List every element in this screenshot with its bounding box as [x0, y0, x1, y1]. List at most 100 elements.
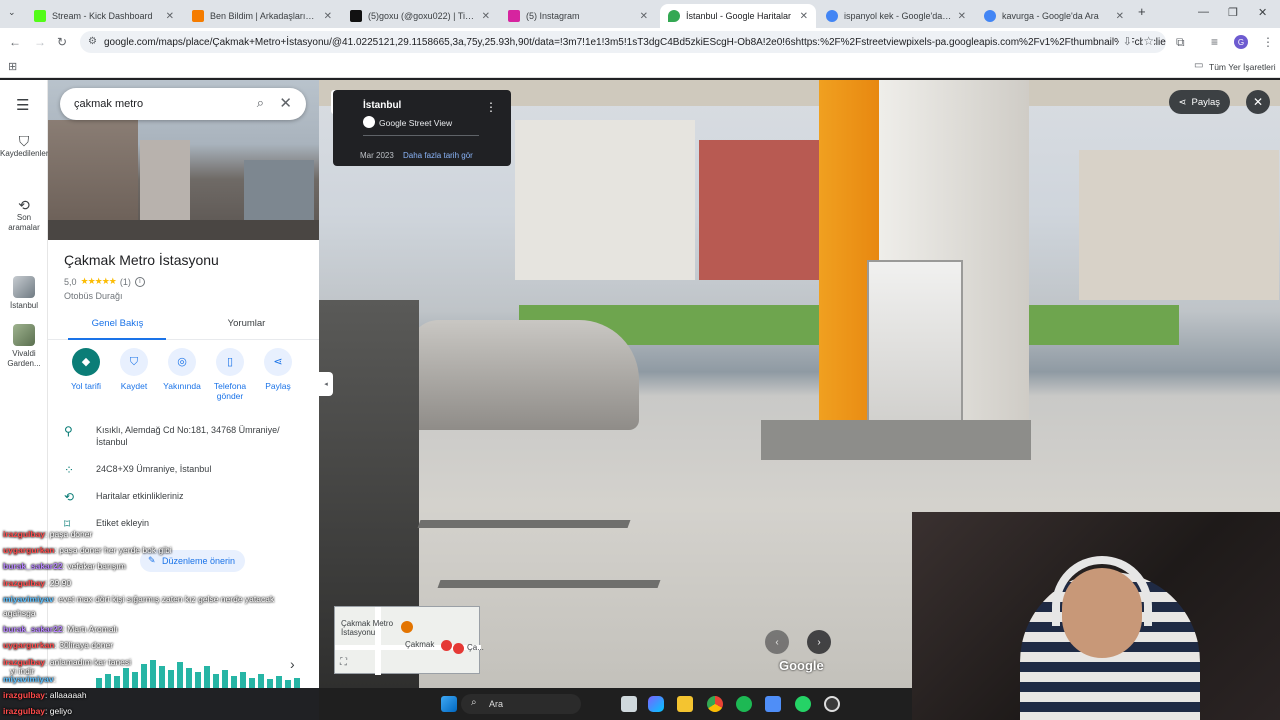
close-icon[interactable]: ✕	[166, 11, 174, 22]
tab-reviews[interactable]: Yorumlar	[179, 318, 314, 329]
more-options-icon[interactable]: ⋮	[485, 100, 497, 114]
address-row[interactable]: ⚲ Kısıklı, Alemdağ Cd No:181, 34768 Ümra…	[64, 424, 304, 448]
rail-recent[interactable]: ⟲ Son aramalar	[0, 198, 48, 233]
bookmark-star-icon[interactable]: ☆	[1143, 34, 1154, 48]
tab-google-maps[interactable]: İstanbul - Google Haritalar ✕	[660, 4, 816, 28]
save-button[interactable]: ⛉ Kaydet	[110, 348, 158, 391]
building-shape	[140, 140, 190, 230]
windows-start-icon[interactable]	[441, 696, 457, 712]
store-icon[interactable]	[765, 696, 781, 712]
pluscode-row[interactable]: ⁘ 24C8+X9 Ümraniye, İstanbul	[64, 463, 304, 477]
rail-istanbul[interactable]: İstanbul	[0, 276, 48, 311]
menu-icon[interactable]: ☰	[16, 96, 29, 114]
task-view-icon[interactable]	[621, 696, 637, 712]
visualizer-bar	[150, 660, 156, 688]
close-icon[interactable]: ✕	[640, 11, 648, 22]
bookmarks-bar: ⊞ ▭ Tüm Yer İşaretleri	[0, 56, 1280, 78]
rail-vivaldi[interactable]: Vivaldi Garden...	[0, 324, 48, 369]
minimap[interactable]: Çakmak Metro İstasyonu Çakmak Ça... ⛶	[334, 606, 484, 675]
chevron-left-icon[interactable]: ‹	[765, 630, 789, 654]
tab-instagram[interactable]: (5) Instagram ✕	[500, 4, 656, 28]
close-icon[interactable]: ✕	[324, 11, 332, 22]
apps-grid-icon[interactable]: ⊞	[8, 60, 17, 73]
window-close-icon[interactable]: ✕	[1258, 6, 1267, 19]
back-icon[interactable]: ←	[9, 35, 21, 49]
chat-text: : allaaaaah	[45, 690, 87, 700]
address-bar[interactable]: ⚙ google.com/maps/place/Çakmak+Metro+İst…	[80, 31, 1166, 53]
search-input[interactable]: çakmak metro	[74, 98, 143, 110]
menu-dots-icon[interactable]: ⋮	[1262, 35, 1274, 49]
pluscode-text: 24C8+X9 Ümraniye, İstanbul	[96, 464, 212, 474]
profile-avatar[interactable]: G	[1234, 35, 1248, 49]
send-to-phone-button[interactable]: ▯ Telefona gönder	[206, 348, 254, 401]
search-icon[interactable]: ⌕	[257, 95, 264, 111]
close-icon[interactable]: ✕	[279, 94, 292, 112]
collapse-panel-button[interactable]: ◂	[319, 372, 333, 396]
chat-username: uygargurkan	[3, 640, 55, 650]
chevron-right-icon[interactable]: ›	[807, 630, 831, 654]
spotify-icon[interactable]	[736, 696, 752, 712]
minimap-extra-label: Ça...	[467, 643, 484, 652]
chevron-right-icon[interactable]: ›	[290, 656, 295, 672]
forward-icon[interactable]: →	[34, 35, 46, 49]
taskbar-search[interactable]: ⌕ Ara	[461, 694, 581, 714]
visualizer-bar	[159, 666, 165, 688]
chat-username: miyavimiyav	[3, 594, 54, 604]
chrome-icon[interactable]	[707, 696, 723, 712]
copilot-icon[interactable]	[648, 696, 664, 712]
media-icon[interactable]: ≡	[1211, 35, 1218, 49]
tab-kavurga[interactable]: kavurga - Google'da Ara ✕	[976, 4, 1132, 28]
info-icon[interactable]: i	[134, 276, 145, 287]
nearby-button[interactable]: ◎ Yakınında	[158, 348, 206, 391]
tiktok-icon	[350, 10, 362, 22]
review-count[interactable]: (1)	[120, 277, 131, 287]
tab-kick[interactable]: Stream - Kick Dashboard ✕	[26, 4, 182, 28]
obs-icon[interactable]	[824, 696, 840, 712]
share-button[interactable]: ⋖ Paylaş	[254, 348, 302, 391]
new-tab-icon[interactable]: +	[1138, 4, 1146, 19]
whatsapp-icon[interactable]	[795, 696, 811, 712]
chat-message: burak_sakar22: vefakar barışım	[3, 561, 126, 571]
history-icon: ⟲	[64, 490, 75, 504]
building-shape	[699, 140, 819, 280]
building-shape	[1079, 150, 1279, 300]
visualizer-bar	[213, 674, 219, 688]
close-icon[interactable]: ✕	[958, 11, 966, 22]
all-bookmarks-link[interactable]: Tüm Yer İşaretleri	[1209, 62, 1276, 72]
site-info-icon[interactable]: ⚙	[88, 36, 97, 47]
chat-text: : paşa doner	[45, 529, 93, 539]
tab-search-icon[interactable]: ⌄	[8, 7, 16, 18]
close-icon[interactable]: ✕	[800, 11, 808, 22]
search-icon: ⌕	[471, 697, 477, 708]
benbildim-icon	[192, 10, 204, 22]
directions-button[interactable]: ◆ Yol tarifi	[62, 348, 110, 391]
tab-ispanyol-kek[interactable]: ispanyol kek - Google'da Ara ✕	[818, 4, 974, 28]
file-explorer-icon[interactable]	[677, 696, 693, 712]
restore-icon[interactable]: ❐	[1228, 6, 1238, 19]
close-icon[interactable]: ✕	[1116, 11, 1124, 22]
reload-icon[interactable]: ↻	[57, 35, 67, 49]
maps-activity-row[interactable]: ⟲ Haritalar etkinlikleriniz	[64, 490, 304, 504]
sv-place-name[interactable]: İstanbul	[363, 100, 401, 111]
search-box[interactable]: çakmak metro ⌕ ✕	[60, 88, 306, 120]
install-icon[interactable]: ⇩	[1118, 35, 1132, 48]
chat-text: : evet max dört kişi sığarmış zaten kız …	[53, 594, 275, 604]
visualizer-bar	[285, 680, 291, 688]
minimap-road	[375, 607, 381, 675]
visualizer-bar	[96, 678, 102, 688]
tab-overview[interactable]: Genel Bakış	[50, 318, 185, 329]
tab-tiktok[interactable]: (5)goxu (@goxu022) | TikTok ✕	[342, 4, 498, 28]
place-category[interactable]: Otobüs Durağı	[64, 291, 123, 301]
rail-saved[interactable]: ⛉ Kaydedilenler	[0, 134, 48, 159]
sv-share-button[interactable]: ⋖ Paylaş	[1168, 90, 1230, 114]
minimize-icon[interactable]: —	[1198, 6, 1209, 18]
extensions-icon[interactable]: ⧉	[1176, 35, 1185, 50]
more-dates-link[interactable]: Daha fazla tarih gör	[403, 151, 473, 160]
tab-benbildim[interactable]: Ben Bildim | Arkadaşlarınla Onli ✕	[184, 4, 340, 28]
visualizer-bar	[267, 679, 273, 688]
close-icon[interactable]: ✕	[482, 11, 490, 22]
close-street-view-button[interactable]: ✕	[1246, 90, 1270, 114]
visualizer-bar	[177, 662, 183, 688]
expand-icon[interactable]: ⛶	[340, 657, 347, 668]
google-watermark: Google	[779, 658, 824, 673]
